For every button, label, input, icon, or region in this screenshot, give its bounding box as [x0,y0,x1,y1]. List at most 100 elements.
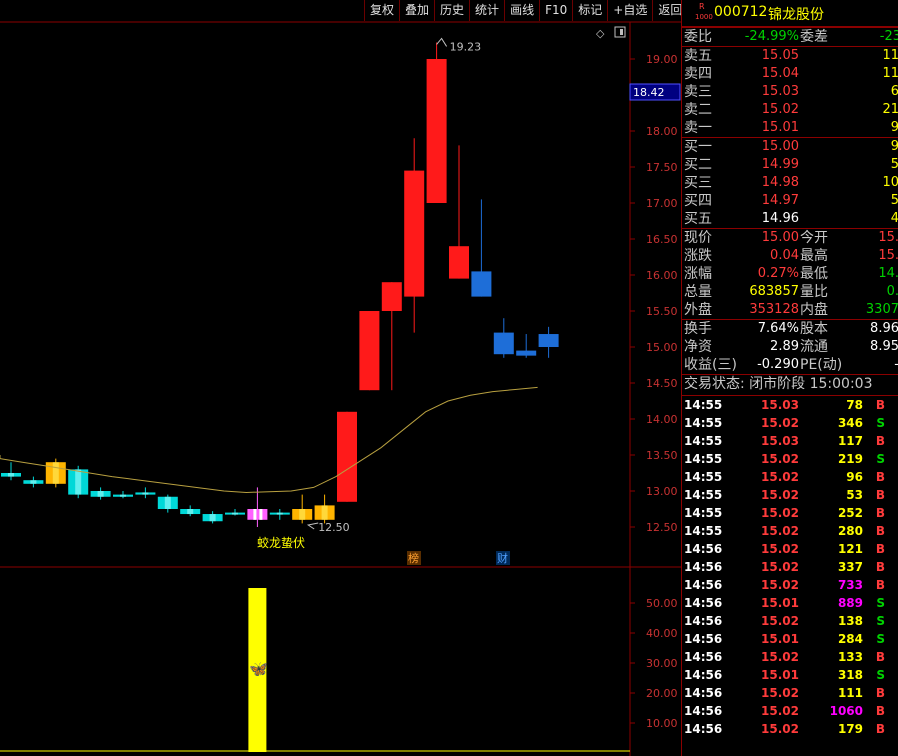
tick-volume: 117 [837,434,863,448]
ask-label: 卖五 [684,48,712,64]
stat-label: 总量 [684,284,712,300]
stat-label: 换手 [684,321,712,337]
tick-volume: 219 [837,452,863,466]
candle-body[interactable] [538,334,559,347]
high-pointer [436,37,448,47]
tick-row: 14:56 15.01 889 S [682,594,898,612]
tick-direction: S [876,614,885,628]
candle-highlight [276,512,283,515]
tick-row: 14:56 15.02 138 S [682,612,898,630]
candle-highlight [75,469,82,495]
tick-time: 14:55 [684,434,723,448]
ask-row: 卖一 15.01 9 [682,119,898,137]
high-price-label: 19.23 [450,40,482,53]
candle-highlight [321,505,328,520]
tick-direction: B [875,560,885,574]
stat-row: 外盘 353128 内盘 3307 [682,301,898,319]
candle-highlight [30,480,37,484]
candle-body[interactable] [404,170,425,297]
candle-body[interactable] [516,350,537,356]
ask-row: 卖五 15.05 11 [682,46,898,65]
tick-volume: 138 [837,614,863,628]
candle-highlight [232,512,238,515]
stat-value: 0. [886,284,898,299]
tick-row: 14:56 15.02 337 B [682,558,898,576]
tick-price: 15.02 [761,452,799,466]
tick-time: 14:55 [684,506,723,520]
ask-label: 卖一 [684,120,712,136]
bid-price: 14.99 [761,157,799,172]
rating-badge-top: R [699,2,705,11]
candle-highlight [209,514,216,522]
stat-label: 净资 [684,339,712,355]
price-axis-label: 13.00 [646,485,678,498]
tick-volume: 733 [837,578,863,592]
stat-label: 量比 [800,284,828,300]
tick-price: 15.02 [761,704,799,718]
tick-direction: S [876,596,885,610]
tick-direction: B [875,434,885,448]
candle-body[interactable] [381,282,402,311]
tick-time: 14:55 [684,524,723,538]
tick-time: 14:56 [684,560,723,574]
candle-body[interactable] [337,411,357,502]
price-axis-label: 14.00 [646,413,678,426]
stat-label: 今开 [800,230,828,246]
marker-bang[interactable]: 榜 [408,551,419,565]
tick-row: 14:55 15.02 346 S [682,414,898,432]
trade-status: 交易状态: 闭市阶段 15:00:03 [684,376,873,392]
tick-volume: 284 [837,632,863,646]
ask-price: 15.03 [761,84,799,99]
ask-volume: 21 [882,102,898,117]
tick-direction: B [875,686,885,700]
candle-body[interactable] [493,332,514,355]
tick-price: 15.01 [761,632,799,646]
volume-axis-label: 10.00 [646,717,678,730]
candle-body[interactable] [426,59,447,203]
tick-row: 14:56 15.02 733 B [682,576,898,594]
stat2-row: 换手 7.64% 股本 8.96 [682,319,898,338]
marker-cai[interactable]: 财 [497,551,508,565]
tick-volume: 1060 [829,704,863,718]
kline-chart[interactable]: ◇ 19.00 18.00 17.50 17.00 16.50 16.00 15.50 15.0… [0,0,681,756]
diamond-icon[interactable]: ◇ [596,27,605,40]
stat-value: 2.89 [770,339,799,354]
tick-direction: B [875,704,885,718]
stat2-row: 净资 2.89 流通 8.95 [682,338,898,356]
tick-volume: 280 [837,524,863,538]
bid-label: 买二 [684,157,712,173]
tick-direction: B [875,542,885,556]
tick-time: 14:56 [684,614,723,628]
tick-row: 14:55 15.02 96 B [682,468,898,486]
ask-volume: 11 [882,48,898,63]
candle-body[interactable] [359,311,380,391]
candle-highlight [142,492,149,495]
candle-body[interactable] [471,271,492,297]
rating-badge-bottom: 1000 [695,13,713,21]
tick-row: 14:55 15.02 219 S [682,450,898,468]
tick-time: 14:56 [684,542,723,556]
tick-direction: B [875,578,885,592]
tick-row: 14:55 15.03 78 B [682,395,898,414]
bid-row: 买四 14.97 5 [682,192,898,210]
tick-direction: S [876,668,885,682]
tick-row: 14:56 15.02 133 B [682,648,898,666]
tick-volume: 121 [837,542,863,556]
tick-direction: B [875,506,885,520]
candle-body[interactable] [449,246,469,279]
window-icon-bar [620,29,623,35]
bid-label: 买一 [684,139,712,155]
tick-row: 14:55 15.02 280 B [682,522,898,540]
tick-price: 15.02 [761,560,799,574]
candle-body[interactable] [247,509,268,520]
candle-highlight [187,509,194,515]
tick-row: 14:55 15.03 117 B [682,432,898,450]
volume-axis-label: 50.00 [646,597,678,610]
tick-volume: 337 [837,560,863,574]
candle-highlight [164,496,171,509]
tick-price: 15.02 [761,614,799,628]
bid-volume: 5 [891,192,898,210]
tick-time: 14:56 [684,686,723,700]
stat-label: 股本 [800,321,828,337]
ask-price: 15.04 [761,66,799,81]
